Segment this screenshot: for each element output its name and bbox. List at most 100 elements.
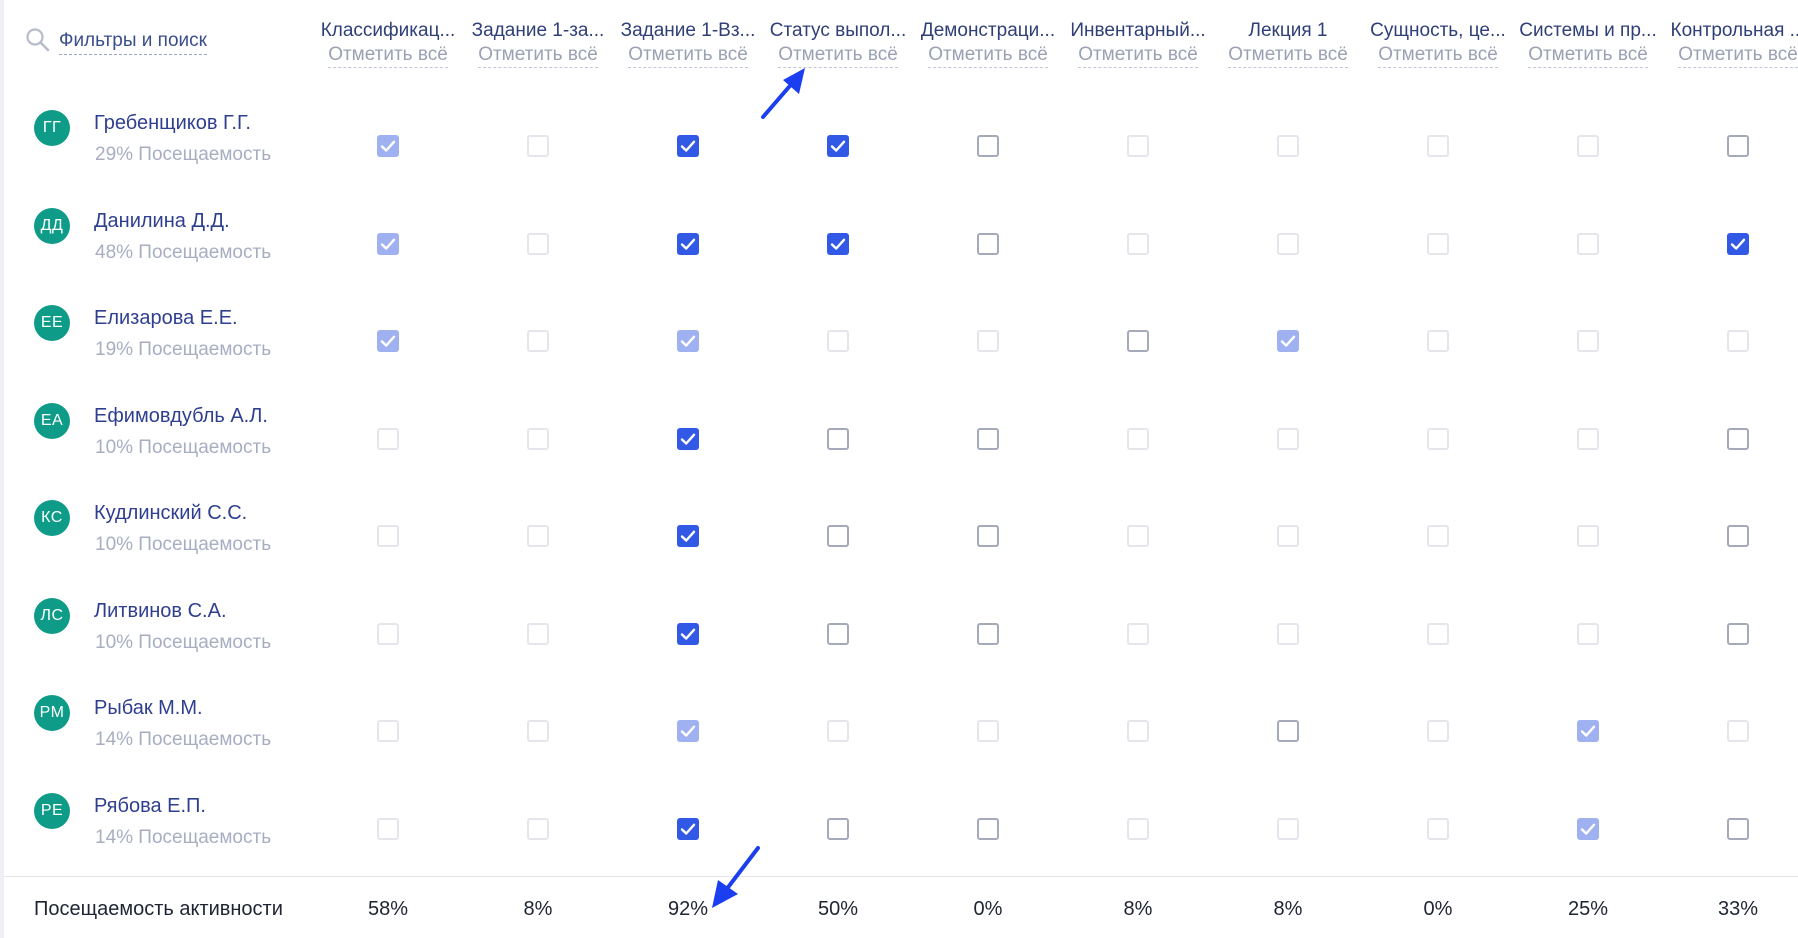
attendance-checkbox[interactable]: [1427, 525, 1449, 547]
attendance-checkbox[interactable]: [977, 135, 999, 157]
attendance-checkbox[interactable]: [527, 330, 549, 352]
attendance-checkbox[interactable]: [827, 330, 849, 352]
attendance-checkbox[interactable]: [977, 525, 999, 547]
attendance-checkbox[interactable]: [1427, 232, 1449, 255]
attendance-checkbox[interactable]: [1727, 720, 1749, 742]
column-title[interactable]: Контрольная ...: [1663, 18, 1798, 44]
attendance-checkbox[interactable]: [377, 622, 399, 645]
attendance-checkbox[interactable]: [1577, 720, 1599, 742]
attendance-checkbox[interactable]: [677, 427, 699, 450]
attendance-checkbox[interactable]: [377, 135, 399, 157]
attendance-checkbox[interactable]: [527, 135, 549, 157]
student-name[interactable]: Ефимовдубль А.Л.: [94, 405, 268, 428]
student-name[interactable]: Елизарова Е.Е.: [94, 307, 238, 330]
attendance-checkbox[interactable]: [1427, 135, 1449, 157]
attendance-checkbox[interactable]: [1427, 330, 1449, 352]
mark-all-link[interactable]: Отметить всё: [1078, 44, 1198, 68]
attendance-checkbox[interactable]: [1427, 817, 1449, 840]
attendance-checkbox[interactable]: [1577, 135, 1599, 157]
attendance-checkbox[interactable]: [677, 817, 699, 840]
attendance-checkbox[interactable]: [1277, 817, 1299, 840]
attendance-checkbox[interactable]: [827, 720, 849, 742]
mark-all-link[interactable]: Отметить всё: [1678, 44, 1798, 68]
attendance-checkbox[interactable]: [1127, 720, 1149, 742]
attendance-checkbox[interactable]: [1577, 427, 1599, 450]
attendance-checkbox[interactable]: [977, 622, 999, 645]
attendance-checkbox[interactable]: [527, 622, 549, 645]
attendance-checkbox[interactable]: [977, 817, 999, 840]
column-title[interactable]: Сущность, це...: [1363, 18, 1513, 44]
mark-all-link[interactable]: Отметить всё: [328, 44, 448, 68]
student-name[interactable]: Рыбак М.М.: [94, 697, 203, 720]
attendance-checkbox[interactable]: [1577, 525, 1599, 547]
column-title[interactable]: Классификац...: [313, 18, 463, 44]
attendance-checkbox[interactable]: [527, 720, 549, 742]
attendance-checkbox[interactable]: [1727, 427, 1749, 450]
attendance-checkbox[interactable]: [377, 232, 399, 255]
attendance-checkbox[interactable]: [1727, 622, 1749, 645]
attendance-checkbox[interactable]: [977, 427, 999, 450]
attendance-checkbox[interactable]: [1277, 720, 1299, 742]
attendance-checkbox[interactable]: [977, 720, 999, 742]
attendance-checkbox[interactable]: [1127, 622, 1149, 645]
mark-all-link[interactable]: Отметить всё: [1228, 44, 1348, 68]
attendance-checkbox[interactable]: [1577, 232, 1599, 255]
mark-all-link[interactable]: Отметить всё: [478, 44, 598, 68]
student-name[interactable]: Гребенщиков Г.Г.: [94, 112, 251, 135]
attendance-checkbox[interactable]: [1727, 330, 1749, 352]
student-name[interactable]: Данилина Д.Д.: [94, 210, 230, 233]
attendance-checkbox[interactable]: [1277, 232, 1299, 255]
column-title[interactable]: Демонстраци...: [913, 18, 1063, 44]
attendance-checkbox[interactable]: [1727, 525, 1749, 547]
student-name[interactable]: Литвинов С.А.: [94, 600, 227, 623]
attendance-checkbox[interactable]: [677, 330, 699, 352]
attendance-checkbox[interactable]: [1277, 427, 1299, 450]
attendance-checkbox[interactable]: [1277, 622, 1299, 645]
attendance-checkbox[interactable]: [1727, 817, 1749, 840]
filters-search-button[interactable]: Фильтры и поиск: [24, 26, 207, 59]
attendance-checkbox[interactable]: [1727, 135, 1749, 157]
attendance-checkbox[interactable]: [527, 525, 549, 547]
attendance-checkbox[interactable]: [1127, 525, 1149, 547]
attendance-checkbox[interactable]: [527, 817, 549, 840]
attendance-checkbox[interactable]: [377, 817, 399, 840]
attendance-checkbox[interactable]: [1577, 622, 1599, 645]
attendance-checkbox[interactable]: [1277, 330, 1299, 352]
attendance-checkbox[interactable]: [677, 720, 699, 742]
attendance-checkbox[interactable]: [1577, 817, 1599, 840]
column-title[interactable]: Задание 1-Вз...: [613, 18, 763, 44]
attendance-checkbox[interactable]: [1427, 720, 1449, 742]
attendance-checkbox[interactable]: [677, 135, 699, 157]
attendance-checkbox[interactable]: [527, 232, 549, 255]
mark-all-link[interactable]: Отметить всё: [1378, 44, 1498, 68]
attendance-checkbox[interactable]: [1277, 525, 1299, 547]
attendance-checkbox[interactable]: [827, 525, 849, 547]
column-title[interactable]: Статус выпол...: [763, 18, 913, 44]
attendance-checkbox[interactable]: [677, 525, 699, 547]
attendance-checkbox[interactable]: [377, 427, 399, 450]
column-title[interactable]: Лекция 1: [1213, 18, 1363, 44]
attendance-checkbox[interactable]: [827, 622, 849, 645]
attendance-checkbox[interactable]: [827, 232, 849, 255]
attendance-checkbox[interactable]: [1727, 232, 1749, 255]
column-title[interactable]: Инвентарный...: [1063, 18, 1213, 44]
attendance-checkbox[interactable]: [677, 622, 699, 645]
attendance-checkbox[interactable]: [1127, 232, 1149, 255]
attendance-checkbox[interactable]: [1427, 622, 1449, 645]
student-name[interactable]: Кудлинский С.С.: [94, 502, 247, 525]
attendance-checkbox[interactable]: [1127, 427, 1149, 450]
attendance-checkbox[interactable]: [377, 525, 399, 547]
attendance-checkbox[interactable]: [677, 232, 699, 255]
mark-all-link[interactable]: Отметить всё: [778, 44, 898, 68]
attendance-checkbox[interactable]: [1577, 330, 1599, 352]
attendance-checkbox[interactable]: [827, 817, 849, 840]
attendance-checkbox[interactable]: [377, 720, 399, 742]
student-name[interactable]: Рябова Е.П.: [94, 795, 206, 818]
attendance-checkbox[interactable]: [1277, 135, 1299, 157]
attendance-checkbox[interactable]: [1127, 135, 1149, 157]
attendance-checkbox[interactable]: [1427, 427, 1449, 450]
mark-all-link[interactable]: Отметить всё: [1528, 44, 1648, 68]
attendance-checkbox[interactable]: [1127, 330, 1149, 352]
attendance-checkbox[interactable]: [827, 427, 849, 450]
column-title[interactable]: Задание 1-за...: [463, 18, 613, 44]
